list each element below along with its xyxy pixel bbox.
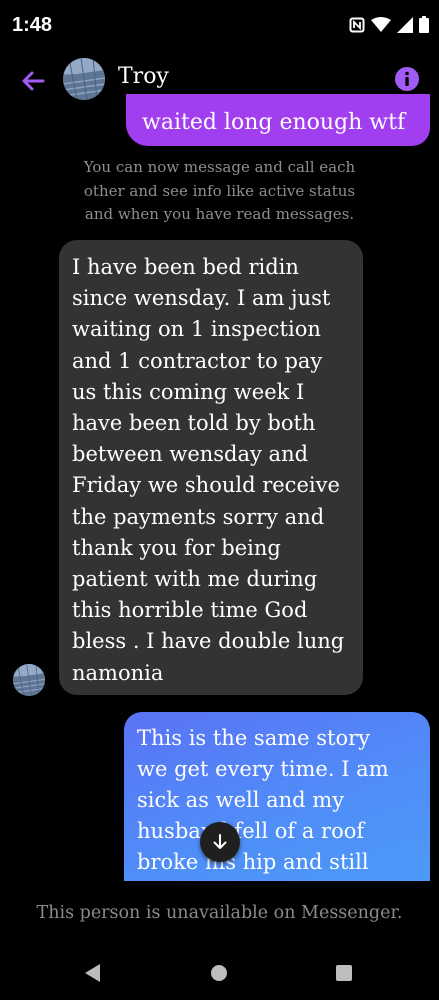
signal-icon xyxy=(397,16,413,33)
home-circle-icon[interactable] xyxy=(211,965,227,981)
contact-name[interactable]: Troy xyxy=(118,64,169,89)
system-nav-bar xyxy=(0,950,439,1000)
message-line: waiting on 1 inspection xyxy=(72,317,321,342)
status-icons xyxy=(349,16,429,33)
message-line: bless . I have double lung xyxy=(72,629,345,654)
info-icon[interactable] xyxy=(394,66,420,92)
message-line: This is the same story xyxy=(137,726,371,750)
message-line: this horrible time God xyxy=(72,598,308,623)
sender-avatar[interactable] xyxy=(13,664,45,696)
message-line: between wensday and xyxy=(72,442,309,467)
message-line: and 1 contractor to pay xyxy=(72,348,323,373)
status-time: 1:48 xyxy=(12,14,53,36)
notice-line: and when you have read messages. xyxy=(84,205,355,223)
message-text: waited long enough wtf xyxy=(142,110,406,135)
message-line: namonia xyxy=(72,660,164,685)
message-text: This is the same story we get every time… xyxy=(137,723,389,878)
message-line: the payments sorry and xyxy=(72,504,325,529)
contact-avatar[interactable] xyxy=(63,58,105,100)
avatar-image xyxy=(13,664,45,696)
sent-message-bubble[interactable]: waited long enough wtf xyxy=(126,94,430,146)
message-line: since wensday. I am just xyxy=(72,286,331,311)
avatar-image xyxy=(63,58,105,100)
unavailable-notice: This person is unavailable on Messenger. xyxy=(36,903,403,923)
nfc-icon xyxy=(349,17,365,32)
notice-line: other and see info like active status xyxy=(83,181,356,200)
recents-square-icon[interactable] xyxy=(336,965,352,981)
message-line: sick as well and my xyxy=(137,788,345,812)
status-bar: 1:48 xyxy=(0,0,439,54)
back-triangle-icon[interactable] xyxy=(84,963,102,983)
scroll-to-bottom-button[interactable] xyxy=(200,822,240,862)
connection-notice: You can now message and call each other … xyxy=(40,156,399,227)
message-line: I have been bed ridin xyxy=(72,255,299,279)
received-message-bubble[interactable]: I have been bed ridin since wensday. I a… xyxy=(59,240,363,695)
message-line: husband fell of a roof xyxy=(137,819,365,843)
message-line: us this coming week I xyxy=(72,379,305,404)
wifi-icon xyxy=(371,16,391,32)
notice-line: You can now message and call each xyxy=(83,158,356,176)
message-line: thank you for being xyxy=(72,535,281,560)
message-line: we get every time. I am xyxy=(137,757,389,781)
sent-message-bubble[interactable]: This is the same story we get every time… xyxy=(124,712,430,892)
message-line: patient with me during xyxy=(72,567,318,592)
message-line: have been told by both xyxy=(72,411,316,436)
battery-icon xyxy=(419,16,429,33)
message-line: broke his hip and still xyxy=(137,850,369,874)
arrow-down-icon xyxy=(213,834,227,849)
message-line: Friday we should receive xyxy=(72,473,340,498)
arrow-left-icon[interactable] xyxy=(18,66,48,96)
message-text: I have been bed ridin since wensday. I a… xyxy=(72,252,344,689)
